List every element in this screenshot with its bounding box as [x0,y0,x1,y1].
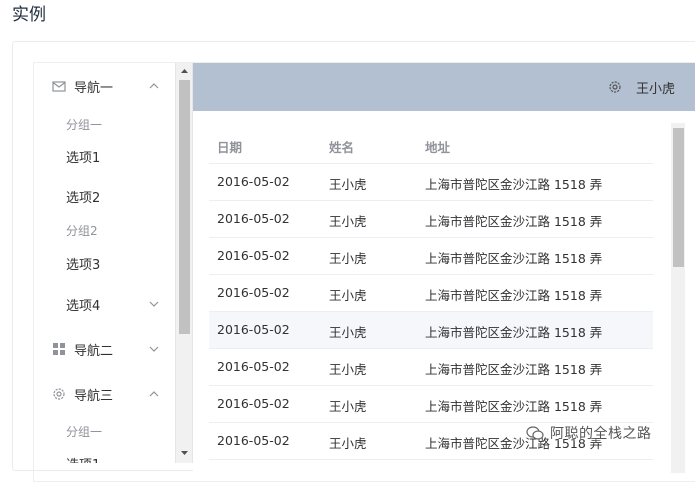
menu-item-option1[interactable]: 选项1 [66,454,100,463]
cell-date: 2016-05-02 [217,359,290,374]
submenu-nav3-label: 导航三 [74,388,114,404]
main-scrollbar-thumb[interactable] [673,128,684,267]
cell-name: 王小虎 [329,325,367,340]
cell-date: 2016-05-02 [217,396,290,411]
main-content: 日期 姓名 地址 2016-05-02 王小虎 上海市普陀区金沙江路 1518 弄2… [193,111,695,473]
menu-item-option2[interactable]: 选项2 [66,187,100,206]
cell-address: 上海市普陀区金沙江路 1518 弄 [425,362,603,377]
scroll-up-icon[interactable] [180,67,189,76]
chevron-down-icon [149,301,159,307]
submenu-nav1[interactable]: 导航一 [34,63,174,109]
table-row[interactable]: 2016-05-02 王小虎 上海市普陀区金沙江路 1518 弄 [209,164,653,201]
menu-grid-icon [53,343,65,355]
menu-item-option3[interactable]: 选项3 [66,254,100,273]
cell-address: 上海市普陀区金沙江路 1518 弄 [425,288,603,303]
submenu-option4[interactable]: 选项4 [66,295,174,314]
cell-date: 2016-05-02 [217,211,290,226]
username: 王小虎 [636,82,676,97]
cell-name: 王小虎 [329,399,367,414]
chevron-up-icon [149,83,159,89]
sidebar-menu: 导航一 分组一 选项1 选项2 分组2 选项3 选项4 导航二 导航三 分组一 [34,63,193,463]
table-row[interactable]: 2016-05-02 王小虎 上海市普陀区金沙江路 1518 弄 [209,349,653,386]
cell-date: 2016-05-02 [217,174,290,189]
cell-address: 上海市普陀区金沙江路 1518 弄 [425,399,603,414]
cell-name: 王小虎 [329,362,367,377]
chevron-down-icon [149,346,159,352]
submenu-nav2[interactable]: 导航二 [34,326,174,372]
cell-address: 上海市普陀区金沙江路 1518 弄 [425,214,603,229]
cell-name: 王小虎 [329,436,367,451]
cell-address: 上海市普陀区金沙江路 1518 弄 [425,177,603,192]
cell-date: 2016-05-02 [217,248,290,263]
cell-name: 王小虎 [329,214,367,229]
wechat-icon [526,426,544,440]
column-header-date: 日期 [217,140,243,155]
setting-icon [53,388,65,400]
group-title: 分组一 [66,425,103,439]
watermark: 阿聪的全栈之路 [526,423,652,443]
cell-date: 2016-05-02 [217,433,290,448]
data-table: 日期 姓名 地址 2016-05-02 王小虎 上海市普陀区金沙江路 1518 弄2… [209,127,653,460]
cell-name: 王小虎 [329,288,367,303]
submenu-option4-label: 选项4 [66,299,101,314]
main-scrollbar[interactable] [671,123,685,473]
table-row[interactable]: 2016-05-02 王小虎 上海市普陀区金沙江路 1518 弄 [209,312,653,349]
setting-icon[interactable] [608,80,622,94]
column-header-address: 地址 [425,140,451,155]
group-title: 分组一 [66,118,103,132]
table-row[interactable]: 2016-05-02 王小虎 上海市普陀区金沙江路 1518 弄 [209,201,653,238]
cell-date: 2016-05-02 [217,322,290,337]
cell-address: 上海市普陀区金沙江路 1518 弄 [425,325,603,340]
menu-item-option1[interactable]: 选项1 [66,147,100,166]
submenu-nav2-label: 导航二 [74,343,114,359]
group-title: 分组2 [66,224,98,238]
sidebar-scrollbar-thumb[interactable] [179,80,190,334]
layout-container: 导航一 分组一 选项1 选项2 分组2 选项3 选项4 导航二 导航三 分组一 … [33,62,695,482]
watermark-text: 阿聪的全栈之路 [550,426,652,442]
chevron-up-icon [149,391,159,397]
cell-name: 王小虎 [329,251,367,266]
table-header-row: 日期 姓名 地址 [209,127,653,164]
submenu-nav1-label: 导航一 [74,80,114,96]
table-row[interactable]: 2016-05-02 王小虎 上海市普陀区金沙江路 1518 弄 [209,238,653,275]
cell-address: 上海市普陀区金沙江路 1518 弄 [425,251,603,266]
message-icon [52,81,66,92]
scroll-down-icon[interactable] [180,448,189,457]
column-header-name: 姓名 [329,140,355,155]
submenu-nav3[interactable]: 导航三 [34,371,174,417]
table-row[interactable]: 2016-05-02 王小虎 上海市普陀区金沙江路 1518 弄 [209,386,653,423]
page-title: 实例 [12,5,46,25]
cell-date: 2016-05-02 [217,285,290,300]
header-bar: 王小虎 [193,63,695,111]
cell-name: 王小虎 [329,177,367,192]
sidebar-scrollbar[interactable] [175,63,192,463]
table-row[interactable]: 2016-05-02 王小虎 上海市普陀区金沙江路 1518 弄 [209,275,653,312]
